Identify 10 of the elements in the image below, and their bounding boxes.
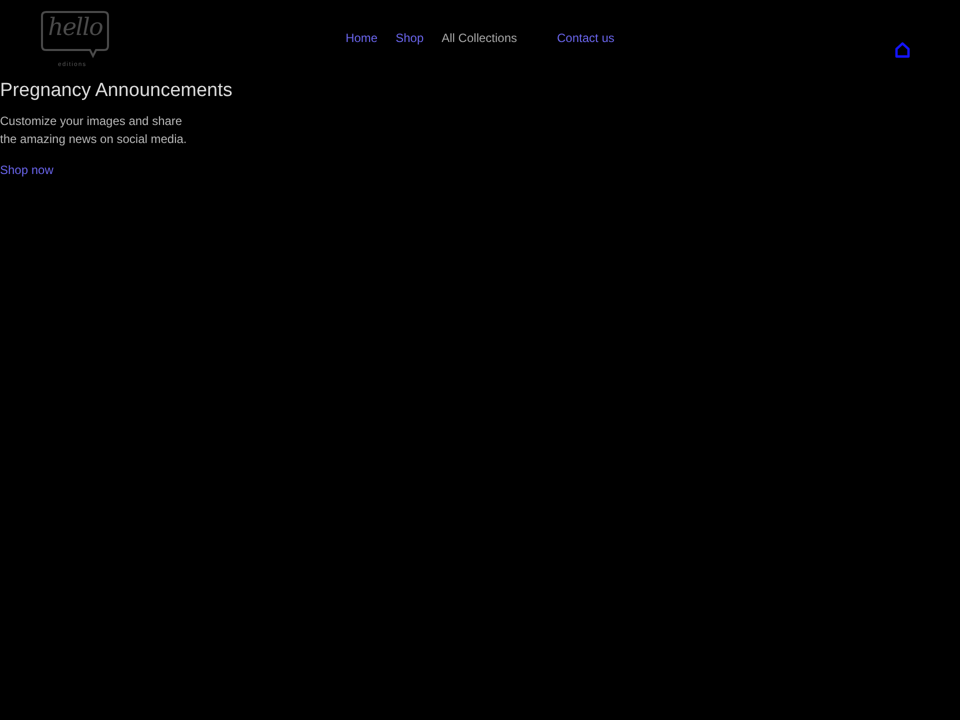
shop-now-link[interactable]: Shop now: [0, 163, 54, 178]
nav-link[interactable]: Home: [346, 31, 378, 46]
hero-text: Customize your images and share the amazing news on social media.: [0, 113, 188, 148]
logo-wordmark: hello: [48, 12, 102, 42]
hero-title: Pregnancy Announcements: [0, 80, 234, 102]
house-icon[interactable]: [895, 42, 910, 58]
nav-link[interactable]: Contact us: [557, 31, 614, 46]
nav-link[interactable]: All Collections: [442, 31, 518, 46]
nav-link[interactable]: Shop: [396, 31, 424, 46]
speech-bubble-icon: [40, 10, 110, 58]
